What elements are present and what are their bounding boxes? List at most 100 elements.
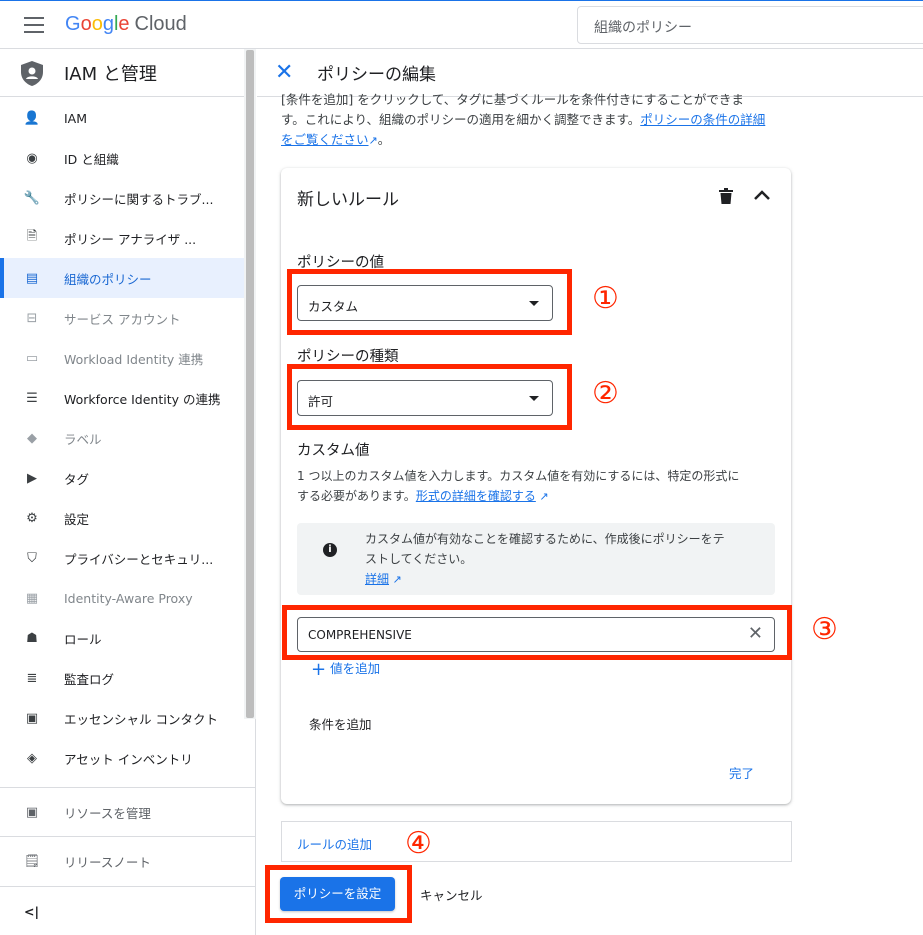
delete-trash-icon[interactable] [719, 188, 733, 204]
folder-gear-icon: ▣ [25, 804, 39, 820]
sidebar-item-label: Workload Identity 連携 [64, 351, 204, 367]
sidebar-item-13[interactable]: ☗ ロール [0, 618, 244, 658]
sidebar-item-label: ラベル [64, 431, 102, 447]
sidebar-nav: 👤 IAM ◉ ID と組織 🔧 ポリシーに関するトラブ... 🗎 ポリシー アナライザ ..… [0, 98, 244, 778]
sidebar-item-7[interactable]: ☰ Workforce Identity の連携 [0, 378, 244, 418]
new-rule-card: 新しいルール ポリシーの値 カスタム ポリシーの種類 許可 カスタム値 1 つ以… [281, 168, 791, 804]
sidebar-item-label: 組織のポリシー [64, 271, 152, 287]
sidebar-item-label: ロール [64, 631, 102, 647]
collapse-sidebar-icon[interactable]: <| [0, 891, 256, 931]
role-hat-icon: ☗ [26, 630, 38, 646]
info-icon: i [323, 543, 337, 557]
external-link-icon: ↗ [535, 490, 549, 503]
sidebar-item-2[interactable]: 🔧 ポリシーに関するトラブ... [0, 178, 244, 218]
sidebar-scrollbar-thumb[interactable] [246, 50, 254, 718]
sidebar-divider [0, 787, 256, 788]
annotation-marker-4: ④ [405, 826, 432, 861]
sidebar-item-8[interactable]: ◆ ラベル [0, 418, 244, 458]
proxy-icon: ▦ [25, 590, 39, 606]
account-circle-icon: ◉ [26, 150, 38, 166]
sidebar-item-label: ポリシー アナライザ ... [64, 231, 197, 247]
annotation-box-2 [287, 364, 572, 430]
plus-icon: + [311, 659, 327, 680]
tag-icon: ▶ [27, 470, 37, 486]
service-account-icon: ⊟ [26, 310, 38, 326]
sidebar-item-4[interactable]: ▤ 組織のポリシー [0, 258, 244, 298]
list-icon: ☰ [26, 390, 38, 406]
details-link[interactable]: 詳細 [365, 572, 389, 586]
sidebar-item-label: 監査ログ [64, 671, 115, 687]
sidebar-item-14[interactable]: ≣ 監査ログ [0, 658, 244, 698]
contact-icon: ▣ [25, 710, 39, 726]
sidebar-item-label: アセット インベントリ [64, 751, 193, 767]
sidebar-item-16[interactable]: ◈ アセット インベントリ [0, 738, 244, 778]
policy-type-label: ポリシーの種類 [297, 349, 399, 365]
sidebar-item-1[interactable]: ◉ ID と組織 [0, 138, 244, 178]
sidebar-item-release-notes[interactable]: 🗒 リリースノート [0, 841, 256, 881]
custom-values-label: カスタム値 [297, 443, 370, 459]
rule-title: 新しいルール [297, 190, 399, 210]
external-link-icon: ↗ [389, 573, 402, 586]
sidebar-divider [0, 886, 256, 887]
sidebar-item-manage-resources[interactable]: ▣ リソースを管理 [0, 792, 256, 832]
close-icon[interactable]: ✕ [275, 61, 295, 83]
page-title: ポリシーの編集 [317, 65, 436, 85]
iam-shield-icon [21, 60, 43, 86]
format-details-link[interactable]: 形式の詳細を確認する [416, 489, 536, 503]
policy-conditions-link[interactable]: ポリシーの条件の詳細 [640, 112, 765, 127]
sidebar-item-label: Workforce Identity の連携 [64, 391, 221, 407]
info-callout: i カスタム値が有効なことを確認するために、作成後にポリシーをテ ストしてくださ… [297, 523, 775, 595]
search-input[interactable]: 組織のポリシー [577, 6, 923, 44]
wrench-icon: 🔧 [23, 190, 41, 206]
sidebar-item-10[interactable]: ⚙ 設定 [0, 498, 244, 538]
id-card-icon: ▭ [25, 350, 39, 366]
sidebar-item-label: Identity-Aware Proxy [64, 590, 193, 606]
sidebar-item-label: タグ [64, 471, 90, 487]
annotation-box-3 [282, 605, 792, 660]
chevron-up-icon[interactable] [753, 188, 771, 202]
gear-icon: ⚙ [26, 510, 38, 526]
annotation-marker-3: ③ [811, 612, 838, 647]
sidebar-item-label: リリースノート [64, 854, 151, 870]
add-condition-button[interactable]: 条件を追加 [309, 714, 372, 733]
google-cloud-logo[interactable]: Google Cloud [65, 13, 187, 36]
sidebar-item-0[interactable]: 👤 IAM [0, 98, 244, 138]
add-rule-button[interactable]: ルールの追加 [297, 834, 372, 853]
sidebar-item-label: サービス アカウント [64, 311, 181, 327]
person-add-icon: 👤 [23, 110, 41, 126]
document-search-icon: 🗎 [26, 229, 38, 244]
sidebar-item-9[interactable]: ▶ タグ [0, 458, 244, 498]
asset-inventory-icon: ◈ [27, 750, 37, 766]
shield-icon: ⛉ [27, 550, 37, 566]
document-icon: ▤ [25, 270, 39, 286]
sidebar-item-15[interactable]: ▣ エッセンシャル コンタクト [0, 698, 244, 738]
sidebar-item-label: ID と組織 [64, 151, 119, 167]
cancel-button[interactable]: キャンセル [420, 885, 483, 904]
sidebar-divider [0, 836, 256, 837]
add-rule-box: ルールの追加 [281, 821, 792, 862]
annotation-marker-1: ① [592, 281, 619, 316]
sidebar-item-label: リソースを管理 [64, 805, 151, 821]
policy-conditions-link-cont[interactable]: をご覧ください [281, 132, 369, 147]
intro-text: [条件を追加] をクリックして、タグに基づくルールを条件付きにすることができま … [281, 92, 766, 147]
release-notes-icon: 🗒 [23, 853, 41, 869]
sidebar-item-label: 設定 [64, 511, 90, 527]
external-link-icon: ↗ [368, 134, 378, 147]
sidebar-item-label: プライバシーとセキュリ... [64, 551, 214, 567]
audit-log-icon: ≣ [26, 670, 38, 686]
add-value-button[interactable]: + 値を追加 [311, 658, 380, 680]
custom-values-description: 1 つ以上のカスタム値を入力します。カスタム値を有効にするには、特定の形式に す… [297, 469, 740, 503]
sidebar-item-5[interactable]: ⊟ サービス アカウント [0, 298, 244, 338]
done-button[interactable]: 完了 [729, 763, 754, 782]
sidebar-item-label: エッセンシャル コンタクト [64, 711, 218, 727]
sidebar-title: IAM と管理 [64, 63, 157, 85]
hamburger-menu-icon[interactable] [24, 17, 44, 33]
annotation-box-4 [265, 865, 412, 923]
annotation-marker-2: ② [592, 376, 619, 411]
annotation-box-1 [287, 269, 572, 335]
sidebar-item-11[interactable]: ⛉ プライバシーとセキュリ... [0, 538, 244, 578]
top-bar: Google Cloud 組織のポリシー [0, 0, 923, 49]
sidebar-item-3[interactable]: 🗎 ポリシー アナライザ ... [0, 218, 244, 258]
sidebar-item-6[interactable]: ▭ Workload Identity 連携 [0, 338, 244, 378]
sidebar-item-12[interactable]: ▦ Identity-Aware Proxy [0, 578, 244, 618]
